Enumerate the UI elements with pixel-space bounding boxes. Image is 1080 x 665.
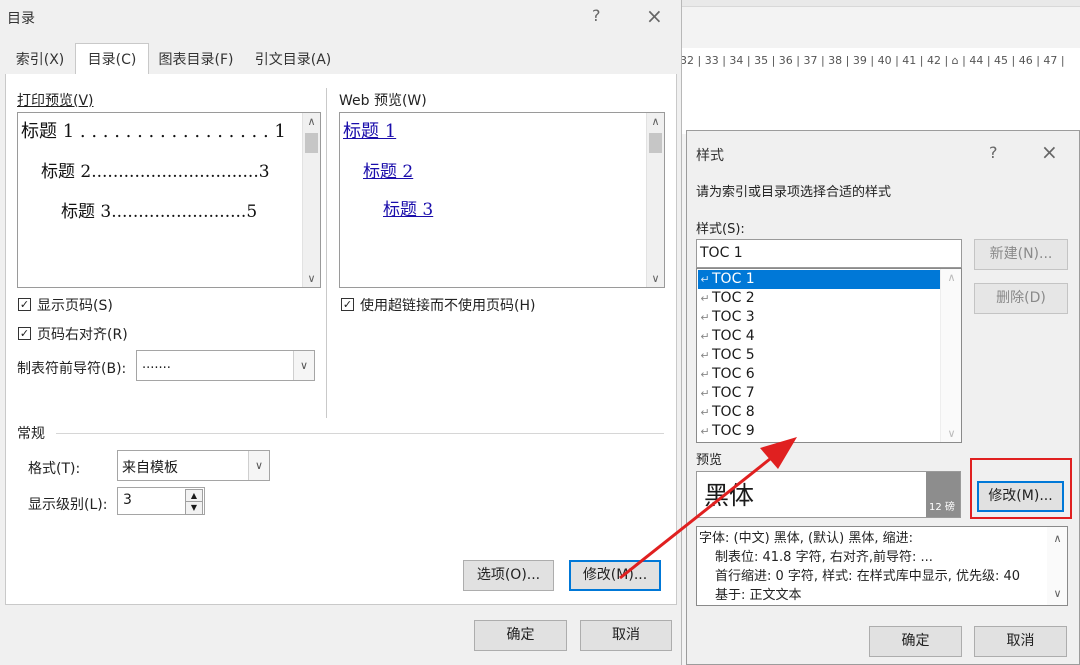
annotation-arrow-line xyxy=(619,453,776,580)
annotation-arrow xyxy=(619,437,797,580)
